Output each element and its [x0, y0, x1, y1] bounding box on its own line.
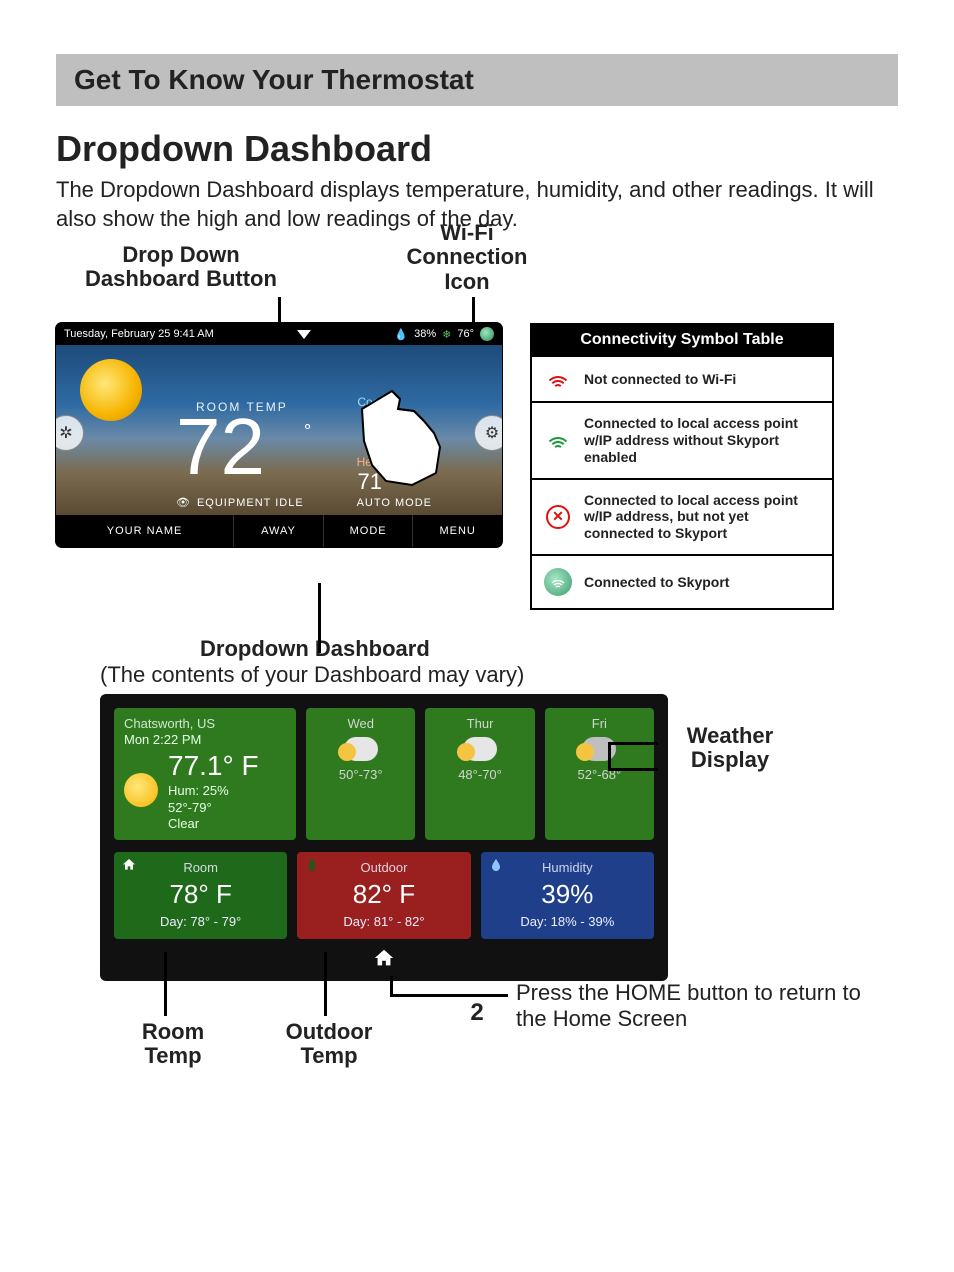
forecast-day-label: Fri [592, 716, 607, 731]
tile-label: Room [120, 860, 281, 875]
topbar-humidity: 38% [414, 328, 436, 340]
cloud-sun-icon [463, 737, 497, 761]
forecast-day[interactable]: Fri 52°-68° [545, 708, 654, 840]
thermostat-topbar: Tuesday, February 25 9:41 AM 💧 38% ❄ 76° [56, 323, 502, 345]
forecast-day-label: Wed [347, 716, 374, 731]
thermostat-bottom-bar: YOUR NAME AWAY MODE MENU [56, 515, 502, 547]
weather-city: Chatsworth, US [124, 716, 286, 732]
callout-outdoor-temp: OutdoorTemp [264, 1020, 394, 1068]
weather-now-condition: Clear [168, 816, 259, 832]
callout-line [608, 768, 658, 771]
weather-current-tile[interactable]: Chatsworth, US Mon 2:22 PM 77.1° F Hum: … [114, 708, 296, 840]
forecast-day[interactable]: Thur 48°-70° [425, 708, 534, 840]
sun-icon [124, 773, 158, 807]
error-x-icon: ✕ [546, 505, 570, 529]
dashboard-caption: Dropdown Dashboard (The contents of your… [100, 636, 898, 688]
cloud-sun-icon [344, 737, 378, 761]
tile-range: Day: 81° - 82° [303, 914, 464, 929]
forecast-day[interactable]: Wed 50°-73° [306, 708, 415, 840]
connectivity-text: Connected to local access point w/IP add… [584, 492, 822, 542]
room-temp-value: 72 [176, 407, 265, 487]
tile-label: Outdoor [303, 860, 464, 875]
fan-button[interactable]: ✲ [56, 415, 84, 451]
thermostat-datetime: Tuesday, February 25 9:41 AM [64, 328, 214, 340]
connectivity-symbol-table: Connectivity Symbol Table Not connected … [530, 323, 834, 610]
degree-icon: ° [304, 421, 311, 442]
outdoor-temp-tile[interactable]: Outdoor 82° F Day: 81° - 82° [297, 852, 470, 939]
topbar-outdoor: 76° [457, 328, 474, 340]
sun-icon [80, 359, 142, 421]
callout-line [390, 976, 393, 996]
connectivity-row-local-pending-skyport: ✕ Connected to local access point w/IP a… [532, 478, 832, 554]
connectivity-row-local-no-skyport: Connected to local access point w/IP add… [532, 401, 832, 477]
thermostat-main-area: ROOM TEMP 72 ° Cool Heat 71 ✲ ⚙ 👁 EQUIPM… [56, 345, 502, 515]
humidity-tile[interactable]: Humidity 39% Day: 18% - 39% [481, 852, 654, 939]
home-button[interactable] [114, 939, 654, 971]
callout-room-temp: RoomTemp [118, 1020, 228, 1068]
callout-line [608, 742, 611, 768]
connectivity-row-not-connected: Not connected to Wi-Fi [532, 355, 832, 401]
callout-wifi-icon: Wi-FiConnectionIcon [392, 221, 542, 294]
outdoor-icon: ❄ [442, 328, 451, 341]
humidity-icon: 💧 [394, 328, 408, 341]
callout-line [318, 583, 321, 653]
connectivity-text: Connected to Skyport [584, 574, 822, 591]
callout-line [608, 742, 658, 745]
cloud-icon [582, 737, 616, 761]
tile-label: Humidity [487, 860, 648, 875]
wifi-red-icon [545, 369, 571, 389]
callout-line [324, 952, 327, 1016]
wifi-green-icon [545, 430, 571, 450]
eye-icon: 👁 [176, 496, 191, 509]
home-button-note: Press the HOME button to return to the H… [516, 980, 876, 1032]
thermostat-screen: Tuesday, February 25 9:41 AM 💧 38% ❄ 76°… [56, 323, 502, 547]
mode-button[interactable]: MODE [324, 515, 414, 547]
forecast-day-range: 48°-70° [458, 767, 502, 782]
dashboard-caption-sub: (The contents of your Dashboard may vary… [100, 662, 524, 687]
weather-now-temp: 77.1° F [168, 748, 259, 783]
weather-row: Chatsworth, US Mon 2:22 PM 77.1° F Hum: … [114, 708, 654, 840]
equipment-status: 👁 EQUIPMENT IDLE [176, 496, 304, 509]
chevron-down-icon [297, 330, 311, 339]
callout-dropdown-button: Drop DownDashboard Button [66, 243, 296, 291]
connectivity-row-skyport: Connected to Skyport [532, 554, 832, 608]
tile-value: 39% [487, 879, 648, 910]
user-name-button[interactable]: YOUR NAME [56, 515, 234, 547]
weather-now-time: Mon 2:22 PM [124, 732, 286, 748]
callout-weather-display: WeatherDisplay [660, 724, 800, 772]
dashboard-caption-title: Dropdown Dashboard [200, 636, 898, 662]
page-banner: Get To Know Your Thermostat [56, 54, 898, 106]
skyport-connected-icon [544, 568, 572, 596]
thermostat-figure: Drop DownDashboard Button Wi-FiConnectio… [56, 253, 502, 547]
section-heading: Dropdown Dashboard [56, 128, 898, 170]
tile-value: 82° F [303, 879, 464, 910]
connectivity-table-header: Connectivity Symbol Table [532, 325, 832, 355]
room-temp-tile[interactable]: Room 78° F Day: 78° - 79° [114, 852, 287, 939]
hand-pointer-icon [342, 381, 462, 491]
connectivity-text: Connected to local access point w/IP add… [584, 415, 822, 465]
dropdown-dashboard-button[interactable] [297, 330, 311, 339]
menu-button[interactable]: MENU [413, 515, 502, 547]
dropdown-dashboard-panel: Chatsworth, US Mon 2:22 PM 77.1° F Hum: … [100, 694, 668, 981]
settings-button[interactable]: ⚙ [474, 415, 502, 451]
tile-range: Day: 18% - 39% [487, 914, 648, 929]
weather-now-range: 52°-79° [168, 800, 259, 816]
away-button[interactable]: AWAY [234, 515, 324, 547]
callout-line [164, 952, 167, 1016]
equipment-status-text: EQUIPMENT IDLE [197, 497, 304, 509]
tile-range: Day: 78° - 79° [120, 914, 281, 929]
callout-line [390, 994, 508, 997]
weather-now-humidity: Hum: 25% [168, 783, 259, 799]
forecast-day-label: Thur [467, 716, 494, 731]
tile-value: 78° F [120, 879, 281, 910]
forecast-day-range: 50°-73° [339, 767, 383, 782]
wifi-connection-icon[interactable] [480, 327, 494, 341]
auto-mode-status: AUTO MODE [357, 497, 432, 509]
connectivity-text: Not connected to Wi-Fi [584, 371, 822, 388]
